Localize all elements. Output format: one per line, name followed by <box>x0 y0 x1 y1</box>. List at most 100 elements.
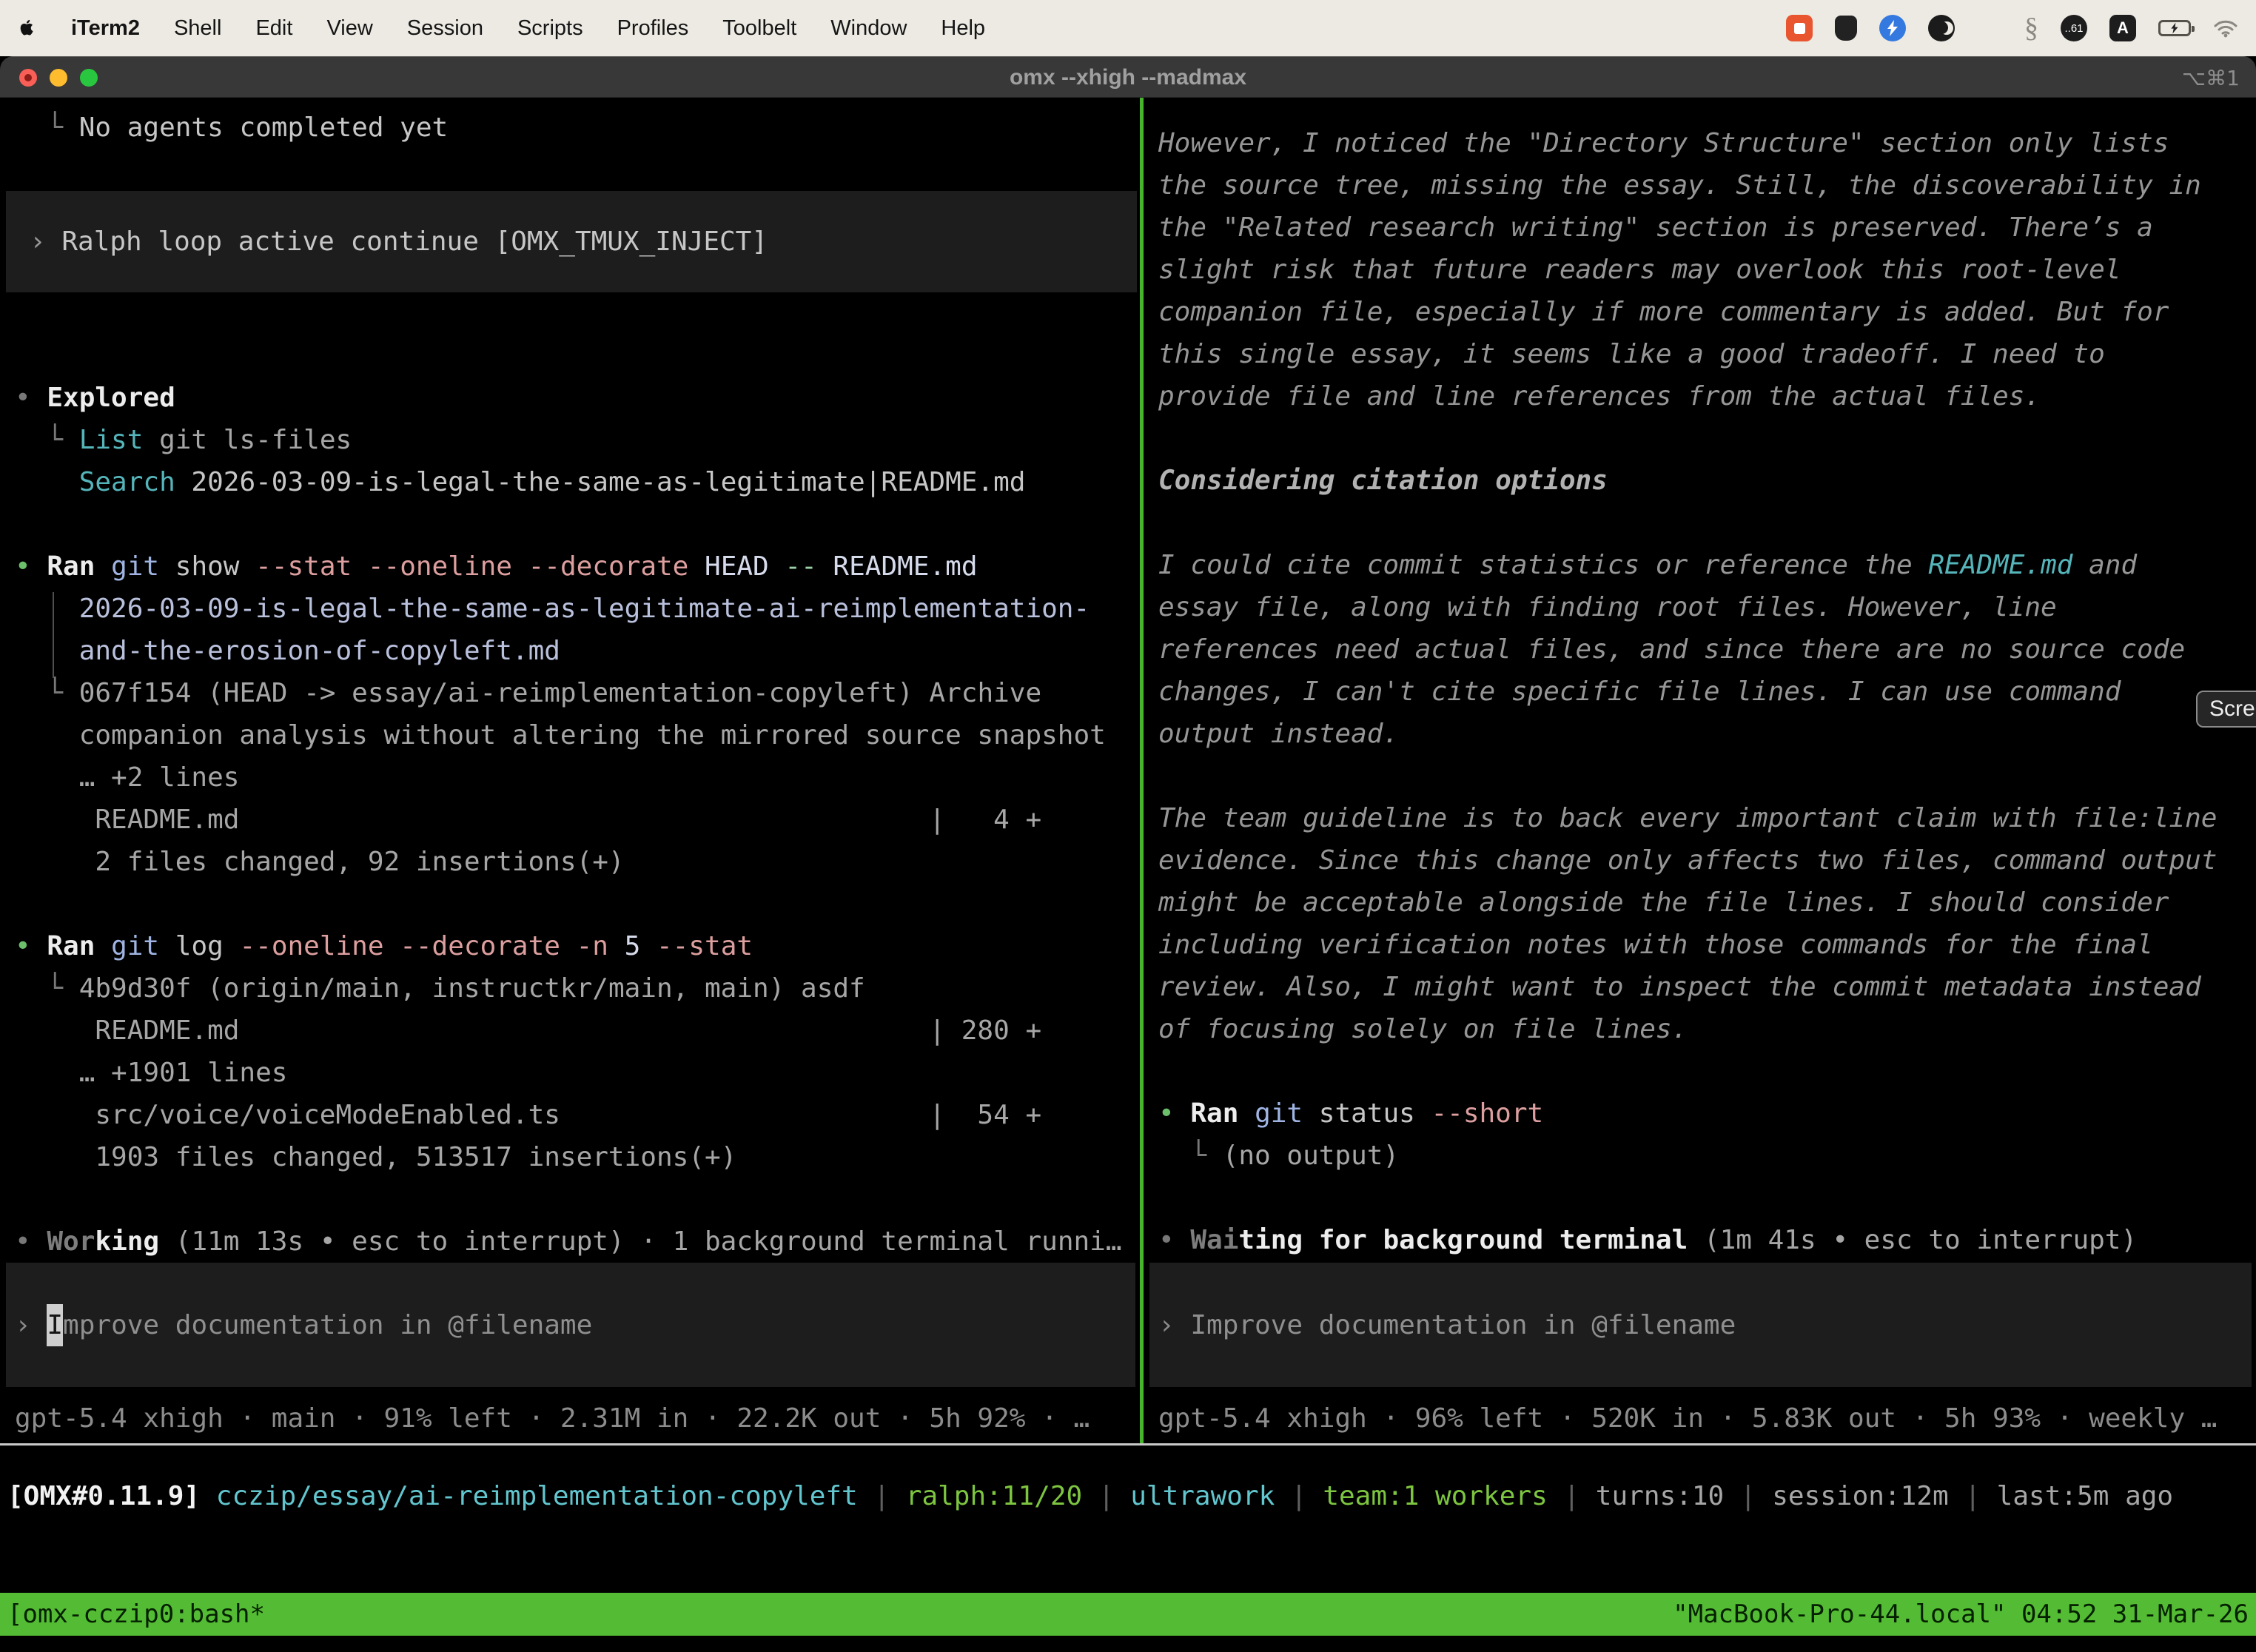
title-bar[interactable]: omx --xhigh --madmax ⌥⌘1 <box>0 56 2256 98</box>
terminal-line: • Ran git status --short <box>1158 1092 2256 1135</box>
terminal-line <box>15 503 1140 545</box>
left-prompt-box[interactable]: › Improve documentation in @filename <box>6 1263 1135 1387</box>
omx-status-bar: [OMX#0.11.9] cczip/essay/ai-reimplementa… <box>0 1446 2256 1593</box>
terminal-line <box>1158 755 2256 797</box>
menu-item-help[interactable]: Help <box>941 16 985 41</box>
screen-record-indicator-icon[interactable] <box>1786 15 1813 41</box>
terminal-line: • Working (11m 13s • esc to interrupt) ·… <box>15 1220 1140 1263</box>
right-prompt-box[interactable]: › Improve documentation in @filename <box>1149 1263 2252 1387</box>
terminal-line <box>15 292 1140 335</box>
terminal-line: └ 067f154 (HEAD -> essay/ai-reimplementa… <box>15 672 1140 714</box>
status-segment: | <box>1548 1481 1596 1511</box>
text-cursor: I <box>47 1304 63 1346</box>
terminal-line <box>15 1178 1140 1220</box>
terminal-line: evidence. Since this change only affects… <box>1158 839 2256 882</box>
terminal-line: … +1901 lines <box>15 1052 1140 1094</box>
status-segment: | <box>1724 1481 1772 1511</box>
input-source-icon[interactable]: A <box>2109 15 2136 41</box>
squiggle-icon[interactable]: § <box>2024 12 2038 44</box>
terminal-line: slight risk that future readers may over… <box>1158 249 2256 291</box>
menu-item-session[interactable]: Session <box>407 16 483 41</box>
status-segment: ralph:11/20 <box>906 1481 1082 1511</box>
status-segment: ultrawork <box>1130 1481 1275 1511</box>
terminal-line: the source tree, missing the essay. Stil… <box>1158 164 2256 206</box>
terminal-line <box>15 149 1140 191</box>
prompt-placeholder: mprove documentation in @filename <box>63 1304 592 1346</box>
status-segment: team:1 workers <box>1323 1481 1547 1511</box>
badge-61-icon[interactable]: ..61 <box>2061 15 2087 41</box>
status-segment: last:5m ago <box>1997 1481 2173 1511</box>
status-segment: | <box>858 1481 906 1511</box>
terminal-line: might be acceptable alongside the file l… <box>1158 882 2256 924</box>
terminal-line: • Explored <box>15 377 1140 419</box>
shield-grid-icon[interactable] <box>1835 16 1857 41</box>
terminal-content: └ No agents completed yet› Ralph loop ac… <box>0 98 2256 1652</box>
tree-guide-line <box>53 592 54 678</box>
status-segment: | <box>1275 1481 1323 1511</box>
status-segment: | <box>1082 1481 1130 1511</box>
prompt-chevron-icon: › <box>1158 1304 1190 1346</box>
terminal-line: 1903 files changed, 513517 insertions(+) <box>15 1136 1140 1178</box>
menu-bar: iTerm2 Shell Edit View Session Scripts P… <box>0 0 2256 56</box>
screen-tooltip-label: Scre <box>2209 696 2255 722</box>
omx-status-line: [OMX#0.11.9] cczip/essay/ai-reimplementa… <box>7 1481 2256 1511</box>
window-shortcut-badge: ⌥⌘1 <box>2182 57 2240 98</box>
status-segment: session:12m <box>1772 1481 1948 1511</box>
agent-pane-left[interactable]: └ No agents completed yet› Ralph loop ac… <box>0 98 1140 1443</box>
menu-item-toolbelt[interactable]: Toolbelt <box>722 16 796 41</box>
terminal-line: README.md | 280 + <box>15 1010 1140 1052</box>
terminal-line: └ List git ls-files <box>15 419 1140 461</box>
terminal-line: companion file, especially if more comme… <box>1158 291 2256 333</box>
terminal-line: review. Also, I might want to inspect th… <box>1158 966 2256 1008</box>
left-pane-lines: └ No agents completed yet› Ralph loop ac… <box>0 98 1140 1263</box>
dots-grid-icon[interactable] <box>1977 16 2002 41</box>
terminal-line: this single essay, it seems like a good … <box>1158 333 2256 375</box>
menu-item-iterm2[interactable]: iTerm2 <box>71 16 140 41</box>
terminal-line: • Ran git show --stat --oneline --decora… <box>15 545 1140 588</box>
menu-item-window[interactable]: Window <box>830 16 907 41</box>
window-title: omx --xhigh --madmax <box>0 57 2256 98</box>
prompt-chevron-icon: › <box>15 1304 47 1346</box>
terminal-line <box>15 883 1140 925</box>
terminal-line: 2 files changed, 92 insertions(+) <box>15 841 1140 883</box>
right-session-status: gpt-5.4 xhigh · 96% left · 520K in · 5.8… <box>1158 1397 2217 1440</box>
terminal-line: └ 4b9d30f (origin/main, instructkr/main,… <box>15 967 1140 1010</box>
tmux-status-bar: [omx-cczip0:bash* "MacBook-Pro-44.local"… <box>0 1593 2256 1636</box>
terminal-line: companion analysis without altering the … <box>15 714 1140 756</box>
menu-item-view[interactable]: View <box>326 16 372 41</box>
terminal-line: provide file and line references from th… <box>1158 375 2256 417</box>
terminal-line: The team guideline is to back every impo… <box>1158 797 2256 839</box>
iterm-window: omx --xhigh --madmax ⌥⌘1 └ No agents com… <box>0 56 2256 1652</box>
terminal-line <box>15 335 1140 377</box>
blue-bolt-badge-icon[interactable] <box>1879 15 1906 41</box>
terminal-line: README.md | 4 + <box>15 799 1140 841</box>
terminal-line <box>1158 1050 2256 1092</box>
tmux-host-clock: "MacBook-Pro-44.local" 04:52 31-Mar-26 <box>1673 1599 2249 1629</box>
agent-pane-right[interactable]: However, I noticed the "Directory Struct… <box>1144 98 2256 1443</box>
terminal-line: including verification notes with those … <box>1158 924 2256 966</box>
menu-item-shell[interactable]: Shell <box>174 16 222 41</box>
menu-item-profiles[interactable]: Profiles <box>617 16 689 41</box>
eclipse-icon[interactable] <box>1928 15 1955 41</box>
terminal-line: … +2 lines <box>15 756 1140 799</box>
prompt-placeholder: Improve documentation in @filename <box>1190 1304 1736 1346</box>
terminal-line <box>1158 1177 2256 1219</box>
wifi-icon[interactable] <box>2213 19 2238 38</box>
status-segment: turns:10 <box>1596 1481 1724 1511</box>
right-pane-lines: However, I noticed the "Directory Struct… <box>1144 98 2256 1261</box>
terminal-line: Search 2026-03-09-is-legal-the-same-as-l… <box>15 461 1140 503</box>
apple-menu-icon[interactable] <box>18 17 37 39</box>
terminal-line: └ (no output) <box>1158 1135 2256 1177</box>
terminal-line: I could cite commit statistics or refere… <box>1158 544 2256 586</box>
terminal-line: Considering citation options <box>1158 460 2256 502</box>
terminal-line <box>1158 417 2256 460</box>
status-segment: | <box>1949 1481 1997 1511</box>
terminal-line: references need actual files, and since … <box>1158 628 2256 671</box>
menu-item-edit[interactable]: Edit <box>255 16 292 41</box>
battery-charging-icon[interactable] <box>2158 20 2191 36</box>
status-segment <box>200 1481 216 1511</box>
terminal-line: src/voice/voiceModeEnabled.ts | 54 + <box>15 1094 1140 1136</box>
menu-item-scripts[interactable]: Scripts <box>517 16 583 41</box>
terminal-line: output instead. <box>1158 713 2256 755</box>
status-segment: cczip/essay/ai-reimplementation-copyleft <box>216 1481 858 1511</box>
